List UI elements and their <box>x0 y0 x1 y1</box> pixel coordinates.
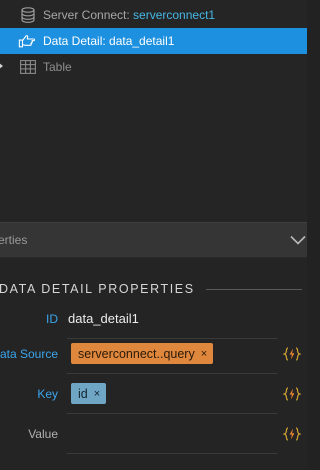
tree-item-prefix: Server Connect: <box>43 8 134 22</box>
expand-caret-icon[interactable] <box>0 62 3 70</box>
chip-label: serverconnect..query <box>78 346 195 361</box>
property-label-data-source: ata Source <box>0 347 58 361</box>
lightning-bolt-braces-icon[interactable] <box>282 425 302 443</box>
chevron-down-icon[interactable] <box>289 234 307 249</box>
data-source-chip[interactable]: serverconnect..query × <box>71 343 214 364</box>
properties-panel: DATA DETAIL PROPERTIES ID data_detail1 a… <box>0 258 307 470</box>
property-label-key: Key <box>37 387 58 401</box>
section-divider <box>206 289 302 290</box>
tree-item-value: serverconnect1 <box>133 8 216 22</box>
property-row-key: Key id × <box>0 374 307 414</box>
property-row-value: Value <box>0 414 307 454</box>
chip-remove-icon[interactable]: × <box>94 388 100 400</box>
property-label-value: Value <box>28 427 58 441</box>
property-label-id: ID <box>46 312 58 326</box>
key-chip[interactable]: id × <box>71 383 107 404</box>
pointing-hand-icon <box>18 32 36 50</box>
tree-item-table[interactable]: Table <box>0 54 307 80</box>
section-title: DATA DETAIL PROPERTIES <box>0 282 195 296</box>
tree-item-label: Data Detail: data_detail1 <box>43 34 175 48</box>
property-row-id: ID data_detail1 <box>0 299 307 339</box>
properties-panel-header[interactable]: erties <box>0 222 307 258</box>
chip-remove-icon[interactable]: × <box>201 348 207 360</box>
tree-item-label: Server Connect: serverconnect1 <box>43 8 215 22</box>
table-grid-icon <box>19 58 37 76</box>
database-icon <box>19 6 37 24</box>
panel-title: erties <box>0 233 28 247</box>
property-row-data-source: ata Source serverconnect..query × <box>0 334 307 374</box>
lightning-bolt-braces-icon[interactable] <box>282 345 302 363</box>
tree-item-data-detail[interactable]: Data Detail: data_detail1 <box>0 28 307 54</box>
tree-item-label: Table <box>43 60 72 74</box>
value-field[interactable] <box>67 453 277 454</box>
tree-item-server-connect[interactable]: Server Connect: serverconnect1 <box>0 2 307 28</box>
id-field[interactable]: data_detail1 <box>68 311 139 326</box>
app-structure-tree: Server Connect: serverconnect1 Data Deta… <box>0 0 307 222</box>
lightning-bolt-braces-icon[interactable] <box>282 385 302 403</box>
chip-label: id <box>78 386 88 401</box>
